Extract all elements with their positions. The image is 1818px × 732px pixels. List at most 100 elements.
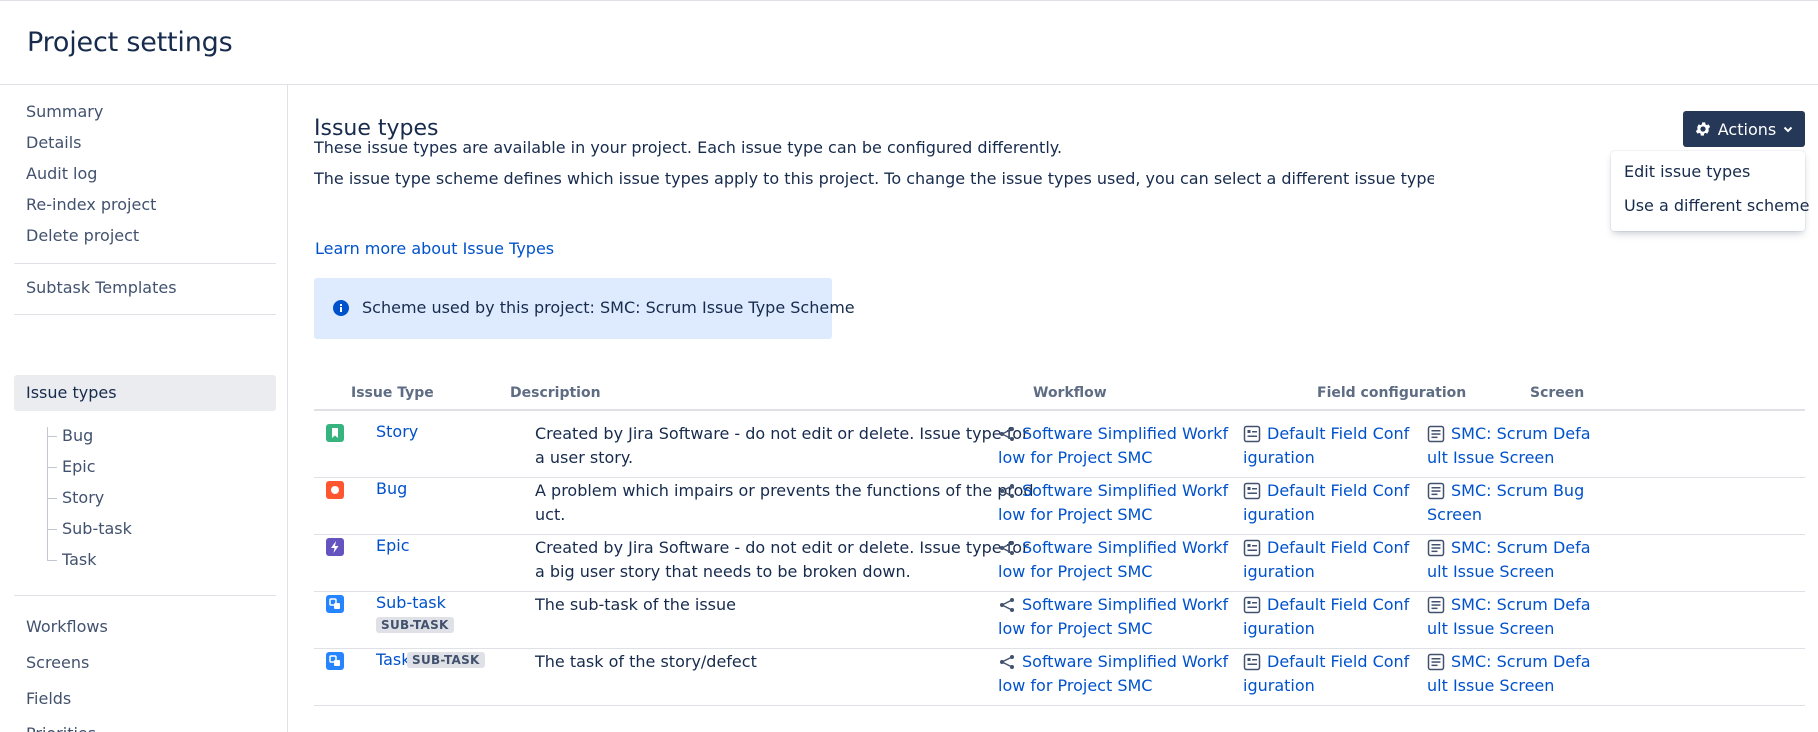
main-content: Issue types Actions These issue types ar… bbox=[289, 85, 1818, 732]
sidebar-divider bbox=[14, 314, 276, 315]
field-configuration-link[interactable]: Default Field Configuration bbox=[1243, 536, 1413, 584]
tree-line bbox=[47, 427, 48, 560]
workflow-link-text: Software Simplified Workflow for Project… bbox=[998, 595, 1229, 638]
screen-icon bbox=[1427, 482, 1445, 507]
sidebar-item-summary[interactable]: Summary bbox=[26, 102, 103, 122]
page: Project settings Summary Details Audit l… bbox=[0, 0, 1818, 732]
sidebar-divider bbox=[14, 595, 276, 596]
workflow-icon bbox=[998, 425, 1016, 450]
screen-link[interactable]: SMC: Scrum Default Issue Screen bbox=[1427, 650, 1597, 698]
bug-icon bbox=[326, 481, 344, 499]
workflow-icon bbox=[998, 596, 1016, 621]
screen-link-text: SMC: Scrum Default Issue Screen bbox=[1427, 538, 1591, 581]
scheme-info-text: Scheme used by this project: SMC: Scrum … bbox=[362, 298, 855, 317]
col-field-configuration: Field configuration bbox=[1317, 385, 1467, 401]
scheme-description-text: The issue type scheme defines which issu… bbox=[314, 169, 1434, 188]
col-workflow: Workflow bbox=[1033, 385, 1107, 401]
screen-link[interactable]: SMC: Scrum Default Issue Screen bbox=[1427, 593, 1597, 641]
field-configuration-link[interactable]: Default Field Configuration bbox=[1243, 422, 1413, 470]
sidebar-item-screens[interactable]: Screens bbox=[26, 653, 89, 673]
gear-icon bbox=[1694, 120, 1712, 138]
screen-link-text: SMC: Scrum Default Issue Screen bbox=[1427, 652, 1591, 695]
screen-icon bbox=[1427, 596, 1445, 621]
workflow-link[interactable]: Software Simplified Workflow for Project… bbox=[998, 650, 1230, 698]
screen-icon bbox=[1427, 425, 1445, 450]
issue-type-name-link[interactable]: Sub-task bbox=[376, 593, 446, 612]
screen-icon bbox=[1427, 653, 1445, 678]
field-configuration-link[interactable]: Default Field Configuration bbox=[1243, 593, 1413, 641]
screen-link[interactable]: SMC: Scrum Bug Screen bbox=[1427, 479, 1597, 527]
description-text: These issue types are available in your … bbox=[314, 138, 1063, 157]
screen-link[interactable]: SMC: Scrum Default Issue Screen bbox=[1427, 536, 1597, 584]
chevron-down-icon bbox=[1782, 123, 1794, 135]
sidebar-item-reindex[interactable]: Re-index project bbox=[26, 195, 156, 215]
col-issue-type: Issue Type bbox=[351, 385, 434, 401]
issue-type-name-link[interactable]: Task bbox=[376, 650, 411, 669]
sidebar-item-priorities[interactable]: Priorities bbox=[26, 724, 96, 732]
sidebar-item-fields[interactable]: Fields bbox=[26, 689, 71, 709]
workflow-link-text: Software Simplified Workflow for Project… bbox=[998, 538, 1229, 581]
sidebar-divider bbox=[14, 263, 276, 264]
screen-link-text: SMC: Scrum Default Issue Screen bbox=[1427, 595, 1591, 638]
field-configuration-link-text: Default Field Configuration bbox=[1243, 538, 1410, 581]
sidebar-item-label: Issue types bbox=[26, 383, 117, 402]
workflow-link[interactable]: Software Simplified Workflow for Project… bbox=[998, 536, 1230, 584]
issue-type-name-link[interactable]: Epic bbox=[376, 536, 410, 555]
field-configuration-link[interactable]: Default Field Configuration bbox=[1243, 479, 1413, 527]
issue-type-description: A problem which impairs or prevents the … bbox=[535, 481, 1034, 524]
issue-type-description: Created by Jira Software - do not edit o… bbox=[535, 424, 1029, 467]
workflow-link-text: Software Simplified Workflow for Project… bbox=[998, 652, 1229, 695]
workflow-link[interactable]: Software Simplified Workflow for Project… bbox=[998, 593, 1230, 641]
menu-item-use-different-scheme[interactable]: Use a different scheme bbox=[1624, 196, 1809, 215]
screen-icon bbox=[1427, 539, 1445, 564]
subtask-badge: SUB-TASK bbox=[407, 652, 485, 668]
epic-icon bbox=[326, 538, 344, 556]
actions-label: Actions bbox=[1717, 119, 1777, 139]
field-configuration-icon bbox=[1243, 653, 1261, 678]
workflow-link-text: Software Simplified Workflow for Project… bbox=[998, 481, 1229, 524]
task-icon bbox=[326, 652, 344, 670]
menu-item-edit-issue-types[interactable]: Edit issue types bbox=[1624, 162, 1750, 181]
col-screen: Screen bbox=[1530, 385, 1585, 401]
subtask-badge: SUB-TASK bbox=[376, 617, 454, 633]
workflow-icon bbox=[998, 482, 1016, 507]
issue-type-name-link[interactable]: Bug bbox=[376, 479, 407, 498]
field-configuration-link[interactable]: Default Field Configuration bbox=[1243, 650, 1413, 698]
sidebar-item-issue-types[interactable]: Issue types bbox=[14, 375, 276, 411]
subtask-icon bbox=[326, 595, 344, 613]
actions-dropdown-menu: Edit issue types Use a different scheme bbox=[1611, 151, 1809, 231]
learn-more-link[interactable]: Learn more about Issue Types bbox=[315, 239, 554, 258]
sidebar-item-details[interactable]: Details bbox=[26, 133, 81, 153]
page-header: Project settings bbox=[0, 1, 1818, 85]
field-configuration-icon bbox=[1243, 482, 1261, 507]
sidebar-item-delete-project[interactable]: Delete project bbox=[26, 226, 139, 246]
workflow-icon bbox=[998, 653, 1016, 678]
screen-link[interactable]: SMC: Scrum Default Issue Screen bbox=[1427, 422, 1597, 470]
field-configuration-link-text: Default Field Configuration bbox=[1243, 481, 1410, 524]
workflow-icon bbox=[998, 539, 1016, 564]
field-configuration-link-text: Default Field Configuration bbox=[1243, 424, 1410, 467]
field-configuration-link-text: Default Field Configuration bbox=[1243, 595, 1410, 638]
col-description: Description bbox=[510, 385, 601, 401]
screen-link-text: SMC: Scrum Default Issue Screen bbox=[1427, 424, 1591, 467]
table-header: Issue Type Description Workflow Field co… bbox=[314, 375, 1805, 411]
issue-type-description: The task of the story/defect bbox=[535, 652, 757, 671]
info-banner: Scheme used by this project: SMC: Scrum … bbox=[314, 278, 855, 339]
workflow-link-text: Software Simplified Workflow for Project… bbox=[998, 424, 1229, 467]
field-configuration-icon bbox=[1243, 596, 1261, 621]
issue-type-description: The sub-task of the issue bbox=[535, 595, 736, 614]
sidebar-item-audit-log[interactable]: Audit log bbox=[26, 164, 97, 184]
issue-type-description: Created by Jira Software - do not edit o… bbox=[535, 538, 1029, 581]
sidebar-item-subtask-templates[interactable]: Subtask Templates bbox=[26, 278, 177, 298]
workflow-link[interactable]: Software Simplified Workflow for Project… bbox=[998, 422, 1230, 470]
field-configuration-icon bbox=[1243, 539, 1261, 564]
info-icon bbox=[333, 300, 349, 320]
page-title: Project settings bbox=[27, 27, 233, 58]
story-icon bbox=[326, 424, 344, 442]
workflow-link[interactable]: Software Simplified Workflow for Project… bbox=[998, 479, 1230, 527]
sidebar-item-workflows[interactable]: Workflows bbox=[26, 617, 108, 637]
actions-button[interactable]: Actions bbox=[1683, 111, 1805, 147]
screen-link-text: SMC: Scrum Bug Screen bbox=[1427, 481, 1585, 524]
issue-type-name-link[interactable]: Story bbox=[376, 422, 418, 441]
sidebar: Summary Details Audit log Re-index proje… bbox=[0, 85, 288, 732]
